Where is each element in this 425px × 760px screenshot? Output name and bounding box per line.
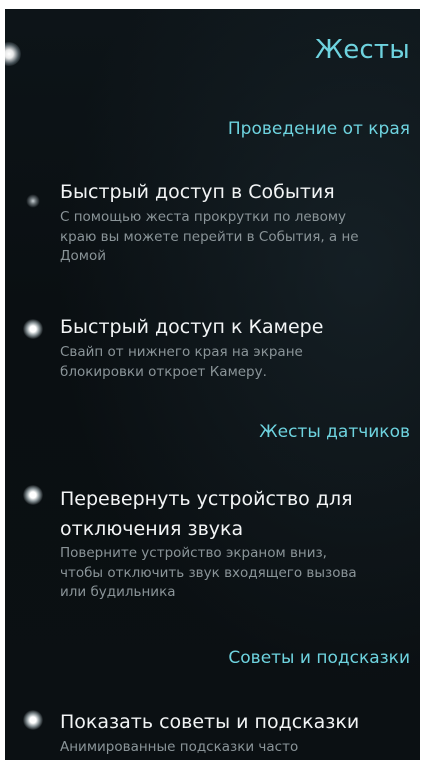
settings-screen: Жесты Проведение от края Быстрый доступ … [5,9,420,760]
item-description: С помощью жеста прокрутки по левому краю… [60,209,359,264]
toggle-switch-off-icon[interactable] [23,191,43,211]
item-description: Поверните устройство экраном вниз, чтобы… [60,545,357,600]
show-tips-toggle[interactable]: Показать советы и подсказки Анимированны… [5,709,420,760]
page-title: Жесты [315,35,410,65]
toggle-switch-on-icon[interactable] [23,485,43,505]
toggle-switch-on-icon[interactable] [23,319,43,339]
section-header-tips-and-hints: Советы и подсказки [228,648,410,668]
item-title: Перевернуть устройство для отключения зв… [60,488,353,540]
item-title: Быстрый доступ к Камере [60,316,324,338]
section-header-sensor-gestures: Жесты датчиков [259,422,410,442]
flip-to-mute-toggle[interactable]: Перевернуть устройство для отключения зв… [5,484,420,614]
item-title: Показать советы и подсказки [60,711,360,733]
item-title: Быстрый доступ в События [60,181,335,203]
section-header-edge-swipe: Проведение от края [227,119,410,139]
item-description: Свайп от нижнего края на экране блокиров… [60,344,303,380]
item-description: Анимированные подсказки часто [60,739,299,755]
pulley-menu-indicator-icon [5,42,21,66]
camera-quick-access-toggle[interactable]: Быстрый доступ к Камере Свайп от нижнего… [5,314,420,394]
events-quick-access-toggle[interactable]: Быстрый доступ в События С помощью жеста… [5,179,420,279]
toggle-switch-on-icon[interactable] [23,710,43,730]
